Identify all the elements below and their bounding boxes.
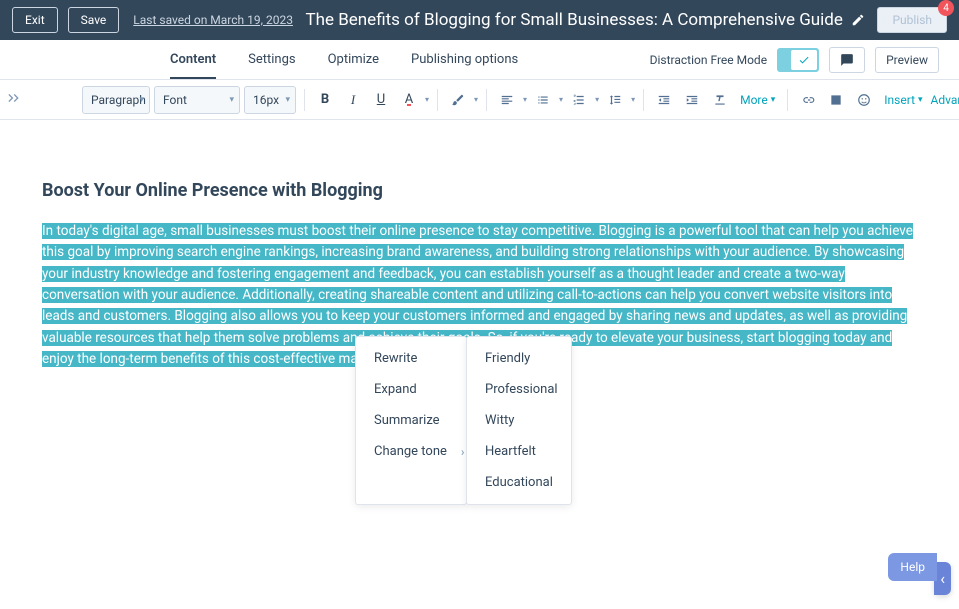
- bullet-caret[interactable]: ▾: [559, 95, 563, 104]
- toolbar-divider: [486, 89, 487, 111]
- tone-submenu: Friendly Professional Witty Heartfelt Ed…: [466, 336, 572, 505]
- italic-button[interactable]: I: [341, 88, 365, 112]
- save-button[interactable]: Save: [68, 7, 120, 33]
- publish-badge: 4: [938, 0, 954, 16]
- toolbar-inner: Paragraph Font 16px B I U A ▾ ▾ ▾ ▾ ▾ ▾ …: [82, 86, 927, 114]
- preview-button[interactable]: Preview: [875, 47, 939, 73]
- publish-button[interactable]: Publish 4: [877, 7, 947, 33]
- underline-button[interactable]: U: [369, 88, 393, 112]
- emoji-icon: [857, 93, 871, 107]
- comment-icon: [840, 53, 854, 67]
- tabs-group: Content Settings Optimize Publishing opt…: [170, 41, 650, 78]
- outdent-button[interactable]: [652, 88, 676, 112]
- editor-toolbar: Paragraph Font 16px B I U A ▾ ▾ ▾ ▾ ▾ ▾ …: [0, 80, 959, 120]
- link-button[interactable]: [796, 88, 820, 112]
- bullet-list-button[interactable]: [531, 88, 555, 112]
- comment-button[interactable]: [829, 47, 865, 73]
- toggle-knob: [791, 50, 817, 70]
- help-button[interactable]: Help: [888, 553, 937, 581]
- ai-context-menu: Rewrite Expand Summarize Change tone ›: [355, 336, 467, 505]
- edit-icon[interactable]: [851, 13, 865, 27]
- menu-item-summarize[interactable]: Summarize: [356, 405, 466, 436]
- paragraph-style-select[interactable]: Paragraph: [82, 86, 150, 114]
- tone-witty[interactable]: Witty: [467, 405, 571, 436]
- link-icon: [801, 93, 815, 107]
- align-button[interactable]: [495, 88, 519, 112]
- app-header: Exit Save Last saved on March 19, 2023 T…: [0, 0, 959, 40]
- toolbar-divider: [437, 89, 438, 111]
- context-menu-group: Rewrite Expand Summarize Change tone › F…: [355, 336, 572, 505]
- tone-heartfelt[interactable]: Heartfelt: [467, 436, 571, 467]
- menu-item-label: Change tone: [374, 444, 447, 459]
- indent-icon: [685, 93, 699, 107]
- more-dropdown[interactable]: More: [736, 93, 779, 107]
- menu-item-change-tone[interactable]: Change tone ›: [356, 436, 466, 467]
- bold-button[interactable]: B: [313, 88, 337, 112]
- tab-settings[interactable]: Settings: [248, 41, 295, 78]
- numbered-list-icon: [572, 93, 586, 107]
- tab-bar-right: Distraction Free Mode Preview: [650, 47, 939, 73]
- toolbar-divider: [643, 89, 644, 111]
- emoji-button[interactable]: [852, 88, 876, 112]
- menu-item-rewrite[interactable]: Rewrite: [356, 343, 466, 374]
- bullet-list-icon: [536, 93, 550, 107]
- insert-dropdown[interactable]: Insert: [880, 93, 926, 107]
- clear-format-icon: [713, 93, 727, 107]
- content-heading: Boost Your Online Presence with Blogging: [42, 180, 919, 201]
- tab-content[interactable]: Content: [170, 41, 216, 78]
- text-color-caret[interactable]: ▾: [425, 95, 429, 104]
- image-icon: [829, 93, 843, 107]
- page-title: The Benefits of Blogging for Small Busin…: [303, 10, 868, 30]
- brush-icon: [451, 93, 465, 107]
- advanced-dropdown[interactable]: Advanced: [927, 93, 959, 107]
- last-saved-link[interactable]: Last saved on March 19, 2023: [133, 13, 293, 27]
- align-caret[interactable]: ▾: [523, 95, 527, 104]
- expand-sidebar-icon[interactable]: [6, 90, 22, 110]
- text-color-button[interactable]: A: [397, 88, 421, 112]
- distraction-free-toggle[interactable]: [777, 48, 819, 72]
- tone-professional[interactable]: Professional: [467, 374, 571, 405]
- page-title-text: The Benefits of Blogging for Small Busin…: [305, 10, 842, 30]
- image-button[interactable]: [824, 88, 848, 112]
- numbered-list-button[interactable]: [567, 88, 591, 112]
- chevron-right-icon: ›: [461, 445, 465, 459]
- font-size-select[interactable]: 16px: [244, 86, 296, 114]
- font-select[interactable]: Font: [154, 86, 240, 114]
- tab-publishing-options[interactable]: Publishing options: [411, 41, 518, 78]
- check-icon: [798, 54, 810, 66]
- tone-educational[interactable]: Educational: [467, 467, 571, 498]
- highlight-button[interactable]: [446, 88, 470, 112]
- menu-item-expand[interactable]: Expand: [356, 374, 466, 405]
- clear-format-button[interactable]: [708, 88, 732, 112]
- toolbar-divider: [304, 89, 305, 111]
- numbered-caret[interactable]: ▾: [595, 95, 599, 104]
- align-left-icon: [500, 93, 514, 107]
- distraction-free-label: Distraction Free Mode: [650, 53, 767, 67]
- toolbar-divider: [787, 89, 788, 111]
- tab-bar: Content Settings Optimize Publishing opt…: [0, 40, 959, 80]
- tone-friendly[interactable]: Friendly: [467, 343, 571, 374]
- publish-label: Publish: [892, 13, 932, 27]
- tab-optimize[interactable]: Optimize: [328, 41, 379, 78]
- outdent-icon: [657, 93, 671, 107]
- highlight-caret[interactable]: ▾: [474, 95, 478, 104]
- help-widget: Help ‹: [934, 562, 951, 595]
- line-height-button[interactable]: [603, 88, 627, 112]
- indent-button[interactable]: [680, 88, 704, 112]
- exit-button[interactable]: Exit: [12, 7, 58, 33]
- line-height-caret[interactable]: ▾: [631, 95, 635, 104]
- line-height-icon: [608, 93, 622, 107]
